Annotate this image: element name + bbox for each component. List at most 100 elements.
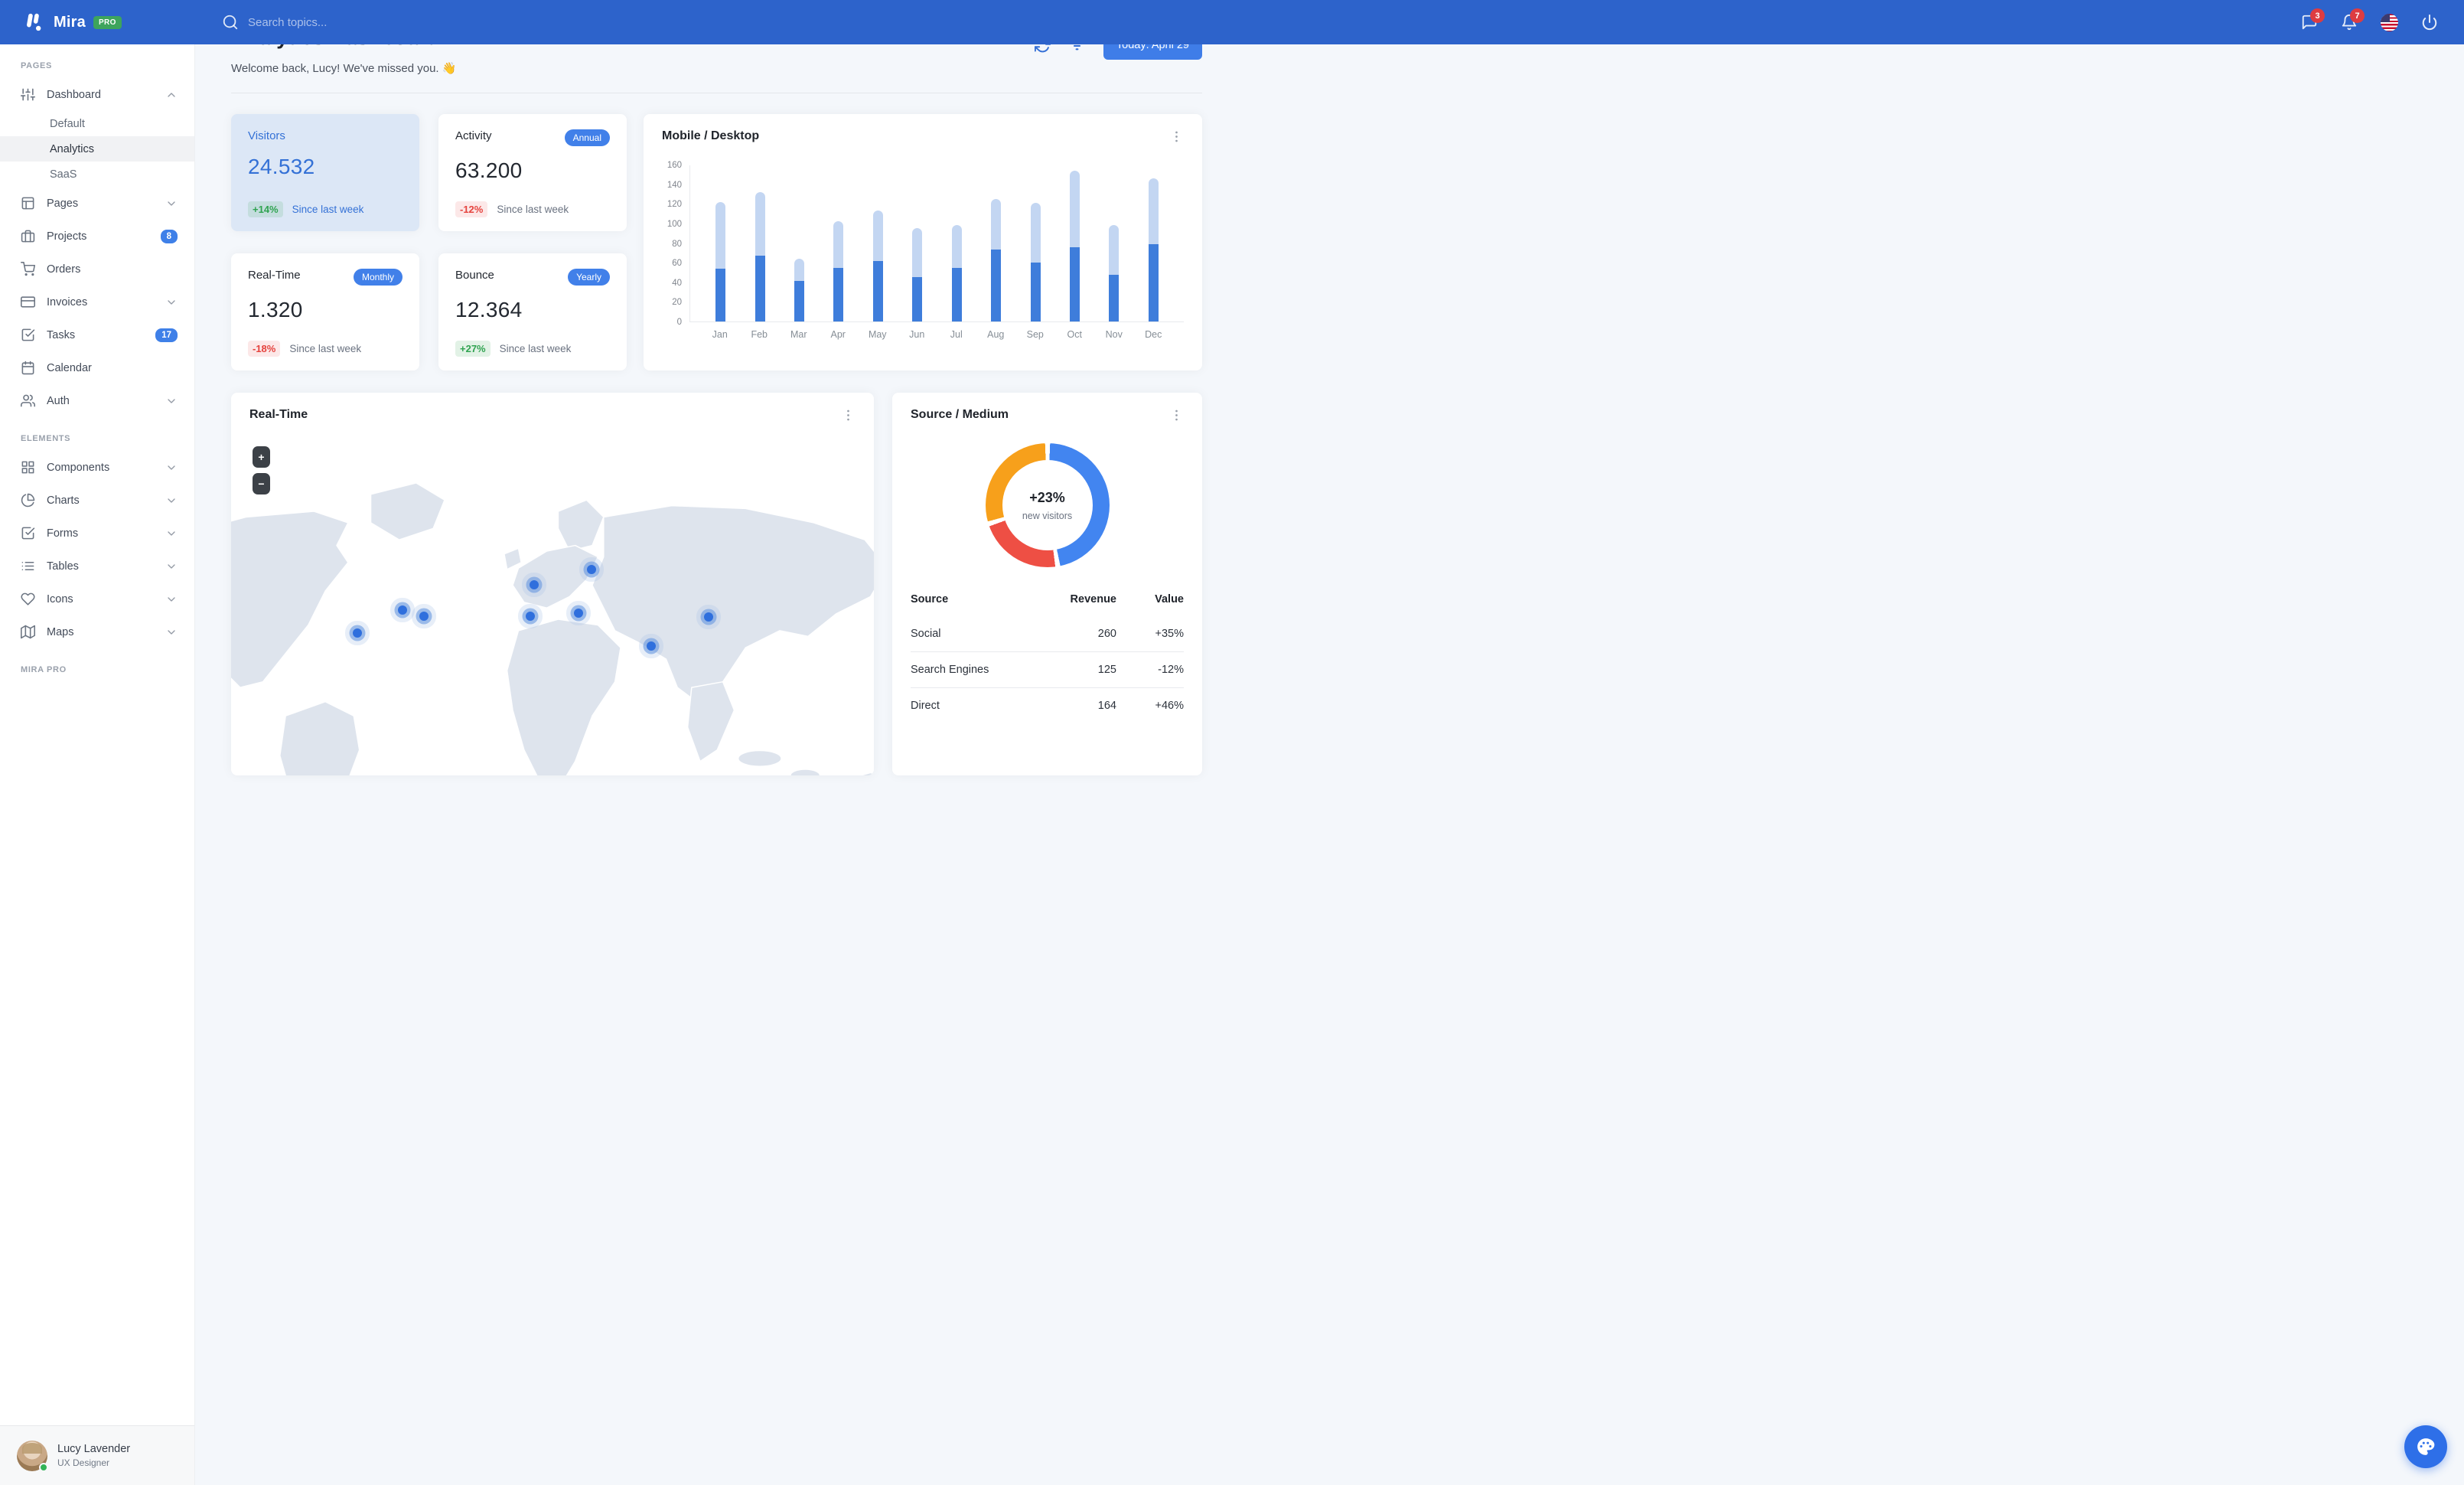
sidebar-item-dashboard[interactable]: Dashboard <box>0 78 194 111</box>
bar-chart-title: Mobile / Desktop <box>662 129 760 142</box>
y-tick-label: 100 <box>667 219 682 229</box>
bar-segment-mobile <box>872 260 883 321</box>
bar-jan[interactable] <box>701 165 740 321</box>
sidebar-item-label: Invoices <box>47 295 88 308</box>
chevron-up-icon <box>165 89 178 101</box>
cart-icon <box>21 262 35 276</box>
sidebar-item-orders[interactable]: Orders <box>0 253 194 286</box>
sidebar-item-calendar[interactable]: Calendar <box>0 351 194 384</box>
map-marker-rome[interactable] <box>574 609 584 618</box>
chart-menu-button[interactable] <box>1169 129 1184 144</box>
bar-feb[interactable] <box>740 165 779 321</box>
chevron-down-icon <box>165 626 178 638</box>
sidebar-item-tasks[interactable]: Tasks 17 <box>0 318 194 351</box>
brand-link[interactable]: Mira PRO <box>0 11 222 34</box>
map-marker-new-york[interactable] <box>419 611 429 621</box>
logout-button[interactable] <box>2421 14 2438 31</box>
bar-segment-desktop <box>715 201 726 269</box>
avatar <box>17 1440 48 1472</box>
kebab-icon <box>847 410 849 421</box>
sidebar-item-auth[interactable]: Auth <box>0 384 194 417</box>
bar-may[interactable] <box>859 165 898 321</box>
sidebar-item-label: Pages <box>47 197 79 210</box>
realtime-map-card: Real-Time + − <box>231 393 874 775</box>
x-tick-label: May <box>868 329 887 340</box>
bar-dec[interactable] <box>1134 165 1173 321</box>
theme-settings-button[interactable] <box>2404 1425 2447 1468</box>
bar-apr[interactable] <box>819 165 858 321</box>
x-axis: Jan Feb Mar Apr May Jun Jul Aug Sep Oct Nov Dec <box>689 329 1184 340</box>
y-axis: 0 20 40 60 80 100 120 140 160 <box>662 161 689 327</box>
chevron-down-icon <box>165 527 178 540</box>
map-menu-button[interactable] <box>841 408 856 423</box>
sidebar-item-maps[interactable]: Maps <box>0 615 194 648</box>
sidebar-subitem-analytics[interactable]: Analytics <box>0 136 194 162</box>
map-marker-beijing[interactable] <box>704 612 714 622</box>
x-tick-label: Mar <box>790 329 807 340</box>
bar-segment-desktop <box>951 225 962 268</box>
sidebar-subitem-saas[interactable]: SaaS <box>0 162 194 187</box>
us-flag-icon[interactable] <box>2381 13 2398 31</box>
sidebar-item-invoices[interactable]: Invoices <box>0 286 194 318</box>
bar-segment-desktop <box>1030 202 1041 263</box>
x-tick-label: Aug <box>987 329 1005 340</box>
bar-segment-desktop <box>755 191 765 256</box>
layout-icon <box>21 196 35 211</box>
stat-value: 12.364 <box>455 298 523 321</box>
stat-period-pill[interactable]: Yearly <box>568 269 610 286</box>
bar-nov[interactable] <box>1094 165 1133 321</box>
stat-period-pill[interactable]: Monthly <box>353 269 403 286</box>
messages-button[interactable]: 3 <box>2301 8 2325 31</box>
stat-period-pill[interactable]: Annual <box>564 129 610 146</box>
cell-revenue: 125 <box>1036 651 1116 688</box>
kebab-icon <box>1175 410 1178 421</box>
sidebar-subitem-default[interactable]: Default <box>0 111 194 136</box>
bar-segment-mobile <box>912 277 923 321</box>
sidebar-section-label: ELEMENTS <box>21 434 71 443</box>
bar-aug[interactable] <box>976 165 1015 321</box>
bar-mar[interactable] <box>780 165 819 321</box>
map-marker-chicago[interactable] <box>398 605 408 615</box>
bar-jul[interactable] <box>937 165 976 321</box>
top-navbar: Mira PRO 3 7 <box>0 0 2464 44</box>
chevron-down-icon <box>165 494 178 507</box>
bar-oct[interactable] <box>1055 165 1094 321</box>
mobile-desktop-chart-card: Mobile / Desktop 0 20 40 60 80 100 120 140 160 J… <box>644 114 1202 370</box>
map-marker-moscow[interactable] <box>587 565 597 575</box>
map-marker-london[interactable] <box>529 579 539 589</box>
stat-card-visitors: Visitors 24.532 +14% Since last week <box>231 114 419 231</box>
sidebar-item-icons[interactable]: Icons <box>0 583 194 615</box>
map-marker-san-francisco[interactable] <box>352 628 362 638</box>
sidebar-item-components[interactable]: Components <box>0 451 194 484</box>
bar-segment-mobile <box>755 256 765 321</box>
main-content: Analytics Dashboard Welcome back, Lucy! … <box>195 0 1232 775</box>
sidebar-item-tables[interactable]: Tables <box>0 550 194 583</box>
bar-jun[interactable] <box>898 165 937 321</box>
sidebar-item-charts[interactable]: Charts <box>0 484 194 517</box>
map-zoom-out-button[interactable]: − <box>253 473 270 494</box>
map-marker-delhi[interactable] <box>646 641 656 651</box>
sidebar-item-label: Tables <box>47 560 79 573</box>
sidebar-item-pages[interactable]: Pages <box>0 187 194 220</box>
map-zoom-in-button[interactable]: + <box>253 446 270 468</box>
mira-logo-icon <box>23 11 46 34</box>
bar-segment-desktop <box>1148 178 1159 244</box>
sidebar-item-projects[interactable]: Projects 8 <box>0 220 194 253</box>
bar-segment-desktop <box>1109 225 1120 275</box>
bar-sep[interactable] <box>1015 165 1054 321</box>
check-square-icon <box>21 526 35 540</box>
search-input[interactable] <box>248 15 462 29</box>
notifications-button[interactable]: 7 <box>2341 8 2365 31</box>
bar-segment-desktop <box>1070 170 1080 247</box>
sidebar-item-forms[interactable]: Forms <box>0 517 194 550</box>
y-tick-label: 80 <box>672 239 682 249</box>
x-tick-label: Oct <box>1067 329 1082 340</box>
bar-segment-mobile <box>991 250 1002 321</box>
user-footer[interactable]: Lucy Lavender UX Designer <box>0 1425 194 1485</box>
source-menu-button[interactable] <box>1169 408 1184 423</box>
stat-delta-badge: +14% <box>248 201 283 217</box>
chevron-down-icon <box>165 395 178 407</box>
map-marker-madrid[interactable] <box>525 611 535 621</box>
source-medium-card: Source / Medium +23% new visitors Source… <box>892 393 1202 775</box>
table-row: Search Engines 125 -12% <box>911 651 1184 688</box>
